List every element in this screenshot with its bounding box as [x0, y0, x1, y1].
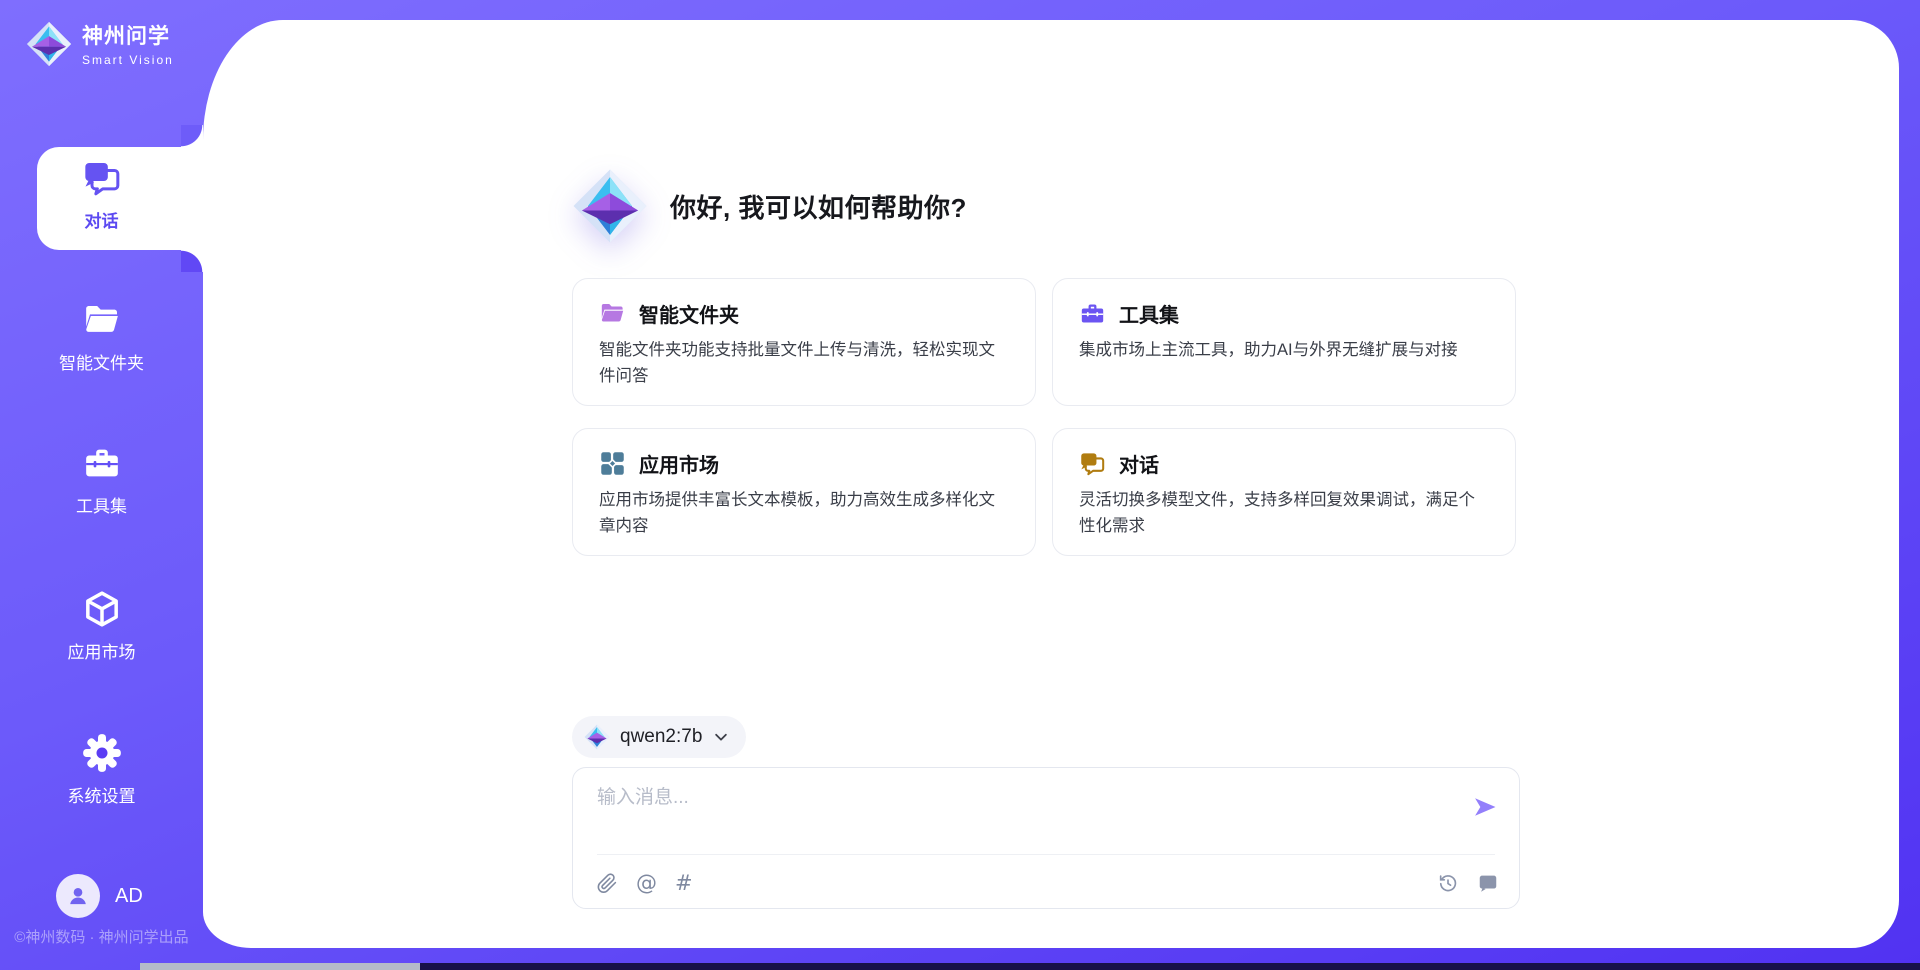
- card-description: 应用市场提供丰富长文本模板，助力高效生成多样化文章内容: [599, 487, 1009, 540]
- person-icon: [65, 883, 91, 909]
- send-button[interactable]: [1469, 792, 1501, 824]
- model-selector[interactable]: qwen2:7b: [572, 716, 746, 758]
- chat-icon: [1079, 450, 1106, 477]
- message-composer: @ #: [572, 767, 1520, 909]
- toolbox-icon: [1079, 300, 1106, 327]
- greeting: 你好, 我可以如何帮助你?: [572, 168, 967, 244]
- brand-name: 神州问学: [82, 20, 174, 50]
- copyright: ©神州数码 · 神州问学出品: [0, 926, 203, 947]
- grid-icon: [599, 450, 626, 477]
- sidebar-item-label: 对话: [85, 207, 119, 232]
- card-description: 灵活切换多模型文件，支持多样回复效果调试，满足个性化需求: [1079, 487, 1489, 540]
- sidebar-item-label: 工具集: [76, 492, 127, 517]
- feature-cards: 智能文件夹 智能文件夹功能支持批量文件上传与清洗，轻松实现文件问答: [572, 278, 1516, 556]
- card-title: 应用市场: [639, 449, 719, 478]
- assistant-logo-icon: [572, 168, 648, 244]
- tab-fillet-top: [181, 125, 203, 147]
- gear-icon: [82, 733, 122, 773]
- sidebar-item-label: 智能文件夹: [59, 349, 144, 374]
- chat-bubble-icon: [1477, 872, 1499, 894]
- sidebar-item-chat[interactable]: 对话: [0, 158, 203, 232]
- composer-divider: [597, 854, 1495, 855]
- feature-card-toolset[interactable]: 工具集 集成市场上主流工具，助力AI与外界无缝扩展与对接: [1052, 278, 1516, 406]
- card-title: 工具集: [1119, 299, 1179, 328]
- send-icon: [1471, 793, 1499, 821]
- feature-card-smart-folder[interactable]: 智能文件夹 智能文件夹功能支持批量文件上传与清洗，轻松实现文件问答: [572, 278, 1036, 406]
- feature-card-app-market[interactable]: 应用市场 应用市场提供丰富长文本模板，助力高效生成多样化文章内容: [572, 428, 1036, 556]
- main-panel: 你好, 我可以如何帮助你? 智能文件夹 智能文件夹功能支持批量文件上传与清洗，轻…: [203, 20, 1899, 948]
- folder-icon: [82, 300, 122, 340]
- avatar: [56, 874, 100, 918]
- brand-subtitle: Smart Vision: [82, 53, 174, 67]
- topic-button[interactable]: #: [675, 871, 693, 895]
- chat-icon: [82, 158, 122, 198]
- cube-icon: [82, 589, 122, 629]
- mention-button[interactable]: @: [636, 871, 657, 895]
- sidebar-item-app-market[interactable]: 应用市场: [0, 589, 203, 663]
- card-title: 智能文件夹: [639, 299, 739, 328]
- paperclip-icon: [597, 873, 618, 894]
- sidebar-item-label: 应用市场: [68, 638, 136, 663]
- message-input[interactable]: [597, 782, 1437, 844]
- card-description: 智能文件夹功能支持批量文件上传与清洗，轻松实现文件问答: [599, 337, 1009, 390]
- tab-fillet-bottom: [181, 250, 203, 272]
- conversations-button[interactable]: [1477, 872, 1499, 894]
- card-title: 对话: [1119, 449, 1159, 478]
- at-icon: @: [636, 871, 657, 895]
- screen-bottom-edge-light: [140, 963, 420, 970]
- model-name: qwen2:7b: [620, 726, 702, 748]
- sidebar-item-smart-folder[interactable]: 智能文件夹: [0, 300, 203, 374]
- hash-icon: #: [675, 871, 693, 895]
- brand: 神州问学 Smart Vision: [26, 20, 174, 67]
- sidebar-item-settings[interactable]: 系统设置: [0, 733, 203, 807]
- sidebar-item-toolset[interactable]: 工具集: [0, 443, 203, 517]
- app-screen: 神州问学 Smart Vision 对话: [0, 0, 1920, 970]
- chevron-down-icon: [712, 728, 730, 746]
- feature-card-chat[interactable]: 对话 灵活切换多模型文件，支持多样回复效果调试，满足个性化需求: [1052, 428, 1516, 556]
- attach-button[interactable]: [597, 873, 618, 894]
- sidebar-item-label: 系统设置: [68, 782, 136, 807]
- screen-bottom-edge-dark: [420, 963, 1920, 970]
- user-name: AD: [115, 885, 143, 908]
- sidebar: 神州问学 Smart Vision 对话: [0, 0, 203, 970]
- history-button[interactable]: [1437, 872, 1459, 894]
- history-icon: [1437, 872, 1459, 894]
- brand-logo-icon: [26, 21, 72, 67]
- toolbox-icon: [82, 443, 122, 483]
- folder-icon: [599, 300, 626, 327]
- greeting-title: 你好, 我可以如何帮助你?: [670, 188, 967, 225]
- user-profile[interactable]: AD: [56, 874, 143, 918]
- model-logo-icon: [584, 724, 610, 750]
- composer-toolbar: @ #: [597, 866, 1499, 900]
- card-description: 集成市场上主流工具，助力AI与外界无缝扩展与对接: [1079, 337, 1489, 363]
